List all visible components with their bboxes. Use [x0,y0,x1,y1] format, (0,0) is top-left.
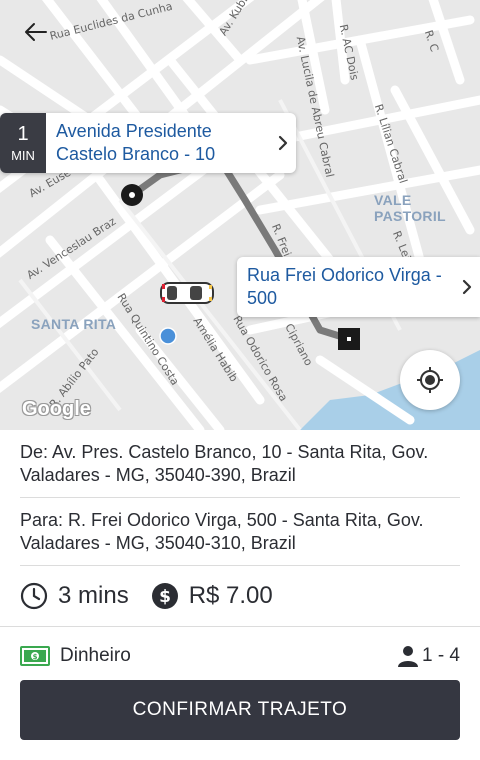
area-label-santa-rita: SANTA RITA [31,316,117,332]
destination-marker-icon [338,328,360,350]
origin-address: De: Av. Pres. Castelo Branco, 10 - Santa… [20,442,429,485]
my-location-button[interactable] [400,350,460,410]
map-view[interactable]: Rua Euclides da Cunha Av. Kubitschek Av.… [0,0,480,430]
passenger-count[interactable]: 1 - 4 [397,645,460,667]
person-icon [397,646,418,667]
clock-icon [20,582,48,610]
area-label-vale-pastoril: VALE PASTORIL [374,192,446,224]
origin-callout[interactable]: 1 MIN Avenida Presidente Castelo Branco … [0,113,296,173]
svg-text:$: $ [159,587,171,607]
eta-value: 1 [17,122,29,145]
current-location-dot-icon [159,327,177,345]
confirm-trip-button[interactable]: CONFIRMAR TRAJETO [20,680,460,740]
duration-value: 3 mins [58,582,129,609]
chevron-right-icon [462,279,472,295]
price-value: R$ 7.00 [188,582,273,609]
origin-marker-icon [121,184,143,206]
dollar-circle-icon: $ [151,583,178,609]
divider [20,565,460,566]
eta-badge: 1 MIN [0,113,46,173]
payment-method: Dinheiro [60,645,131,666]
cash-icon: $ [20,646,50,666]
destination-address: Para: R. Frei Odorico Virga, 500 - Santa… [20,510,424,553]
my-location-icon [417,367,443,393]
payment-row[interactable]: $ Dinheiro 1 - 4 [20,642,460,670]
back-arrow-icon [25,23,47,41]
divider [20,497,460,498]
divider [0,626,480,627]
duration-info: 3 mins [20,582,129,610]
svg-text:$: $ [33,653,38,661]
back-button[interactable] [22,20,50,44]
eta-unit: MIN [11,147,35,163]
destination-callout-address: Rua Frei Odorico Virga - 500 [247,265,442,308]
chevron-right-icon [278,135,288,151]
price-info: $ R$ 7.00 [151,582,273,610]
origin-callout-address: Avenida Presidente Castelo Branco - 10 [56,121,216,164]
passenger-range: 1 - 4 [421,645,460,666]
destination-callout[interactable]: Rua Frei Odorico Virga - 500 [237,257,480,317]
car-icon [160,282,214,304]
trip-info-row: 3 mins $ R$ 7.00 [20,580,273,612]
google-logo: Google [22,398,91,420]
